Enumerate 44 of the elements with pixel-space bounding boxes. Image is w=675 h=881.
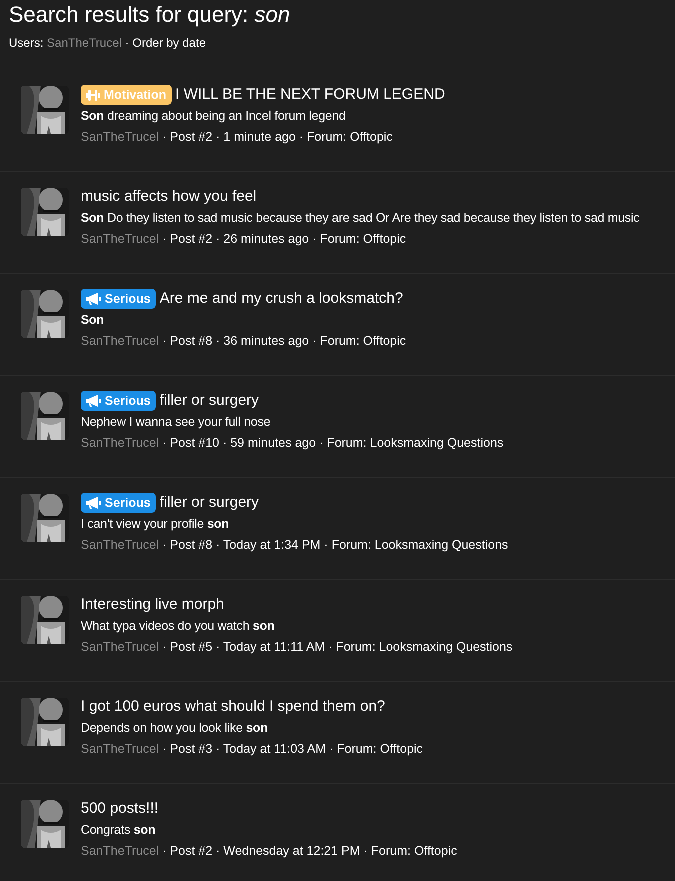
result-snippet: Son Do they listen to sad music because they are sad Or Are they sad because they listen to sad music	[81, 210, 640, 228]
post-meta: · Post #8 · Today at 1:34 PM · Forum: Looksmaxing Questions	[162, 538, 508, 552]
prefix-badge: Serious	[81, 289, 156, 310]
author-link[interactable]: SanTheTrucel	[81, 232, 160, 246]
megaphone-icon	[86, 497, 101, 510]
author-link[interactable]: SanTheTrucel	[81, 130, 160, 144]
order-link[interactable]: · Order by date	[122, 36, 206, 50]
result-snippet: I can't view your profile son	[81, 516, 230, 534]
page-heading: Search results for query: son	[9, 2, 292, 28]
result-snippet: Son dreaming about being an Incel forum legend	[81, 108, 347, 126]
result-title[interactable]: Interesting live morph	[81, 594, 224, 616]
result-snippet: Depends on how you look like son	[81, 720, 269, 738]
user-link[interactable]: SanTheTrucel	[47, 36, 122, 50]
author-link[interactable]: SanTheTrucel	[81, 844, 160, 858]
megaphone-icon	[86, 395, 101, 408]
post-meta: · Post #2 · 26 minutes ago · Forum: Offtopic	[162, 232, 406, 246]
result-title[interactable]: music affects how you feel	[81, 186, 257, 208]
post-meta: · Post #10 · 59 minutes ago · Forum: Looksmaxing Questions	[162, 436, 504, 450]
dumbbell-icon	[86, 90, 100, 101]
result-title[interactable]: I WILL BE THE NEXT FORUM LEGEND	[176, 84, 446, 106]
result-title[interactable]: I got 100 euros what should I spend them on?	[81, 696, 386, 718]
post-meta: · Post #3 · Today at 11:03 AM · Forum: Offtopic	[162, 742, 424, 756]
author-link[interactable]: SanTheTrucel	[81, 742, 160, 756]
megaphone-icon	[86, 293, 101, 306]
author-link[interactable]: SanTheTrucel	[81, 334, 160, 348]
prefix-badge: Serious	[81, 391, 156, 412]
users-label: Users:	[9, 36, 45, 50]
author-link[interactable]: SanTheTrucel	[81, 538, 160, 552]
prefix-badge: Motivation	[81, 85, 172, 106]
result-snippet: What typa videos do you watch son	[81, 618, 276, 636]
post-meta: · Post #2 · Wednesday at 12:21 PM · Forum: Offtopic	[162, 844, 458, 858]
author-link[interactable]: SanTheTrucel	[81, 436, 160, 450]
result-snippet: Son	[81, 312, 106, 330]
result-title[interactable]: 500 posts!!!	[81, 798, 159, 820]
result-snippet: Nephew I wanna see your full nose	[81, 414, 272, 432]
author-link[interactable]: SanTheTrucel	[81, 640, 160, 654]
post-meta: · Post #5 · Today at 11:11 AM · Forum: Looksmaxing Questions	[162, 640, 513, 654]
result-title[interactable]: Are me and my crush a looksmatch?	[160, 288, 404, 310]
post-meta: · Post #8 · 36 minutes ago · Forum: Offtopic	[162, 334, 406, 348]
prefix-badge: Serious	[81, 493, 156, 514]
result-title[interactable]: filler or surgery	[160, 390, 260, 412]
result-title[interactable]: filler or surgery	[160, 492, 260, 514]
post-meta: · Post #2 · 1 minute ago · Forum: Offtopic	[162, 130, 393, 144]
result-snippet: Congrats son	[81, 822, 157, 840]
